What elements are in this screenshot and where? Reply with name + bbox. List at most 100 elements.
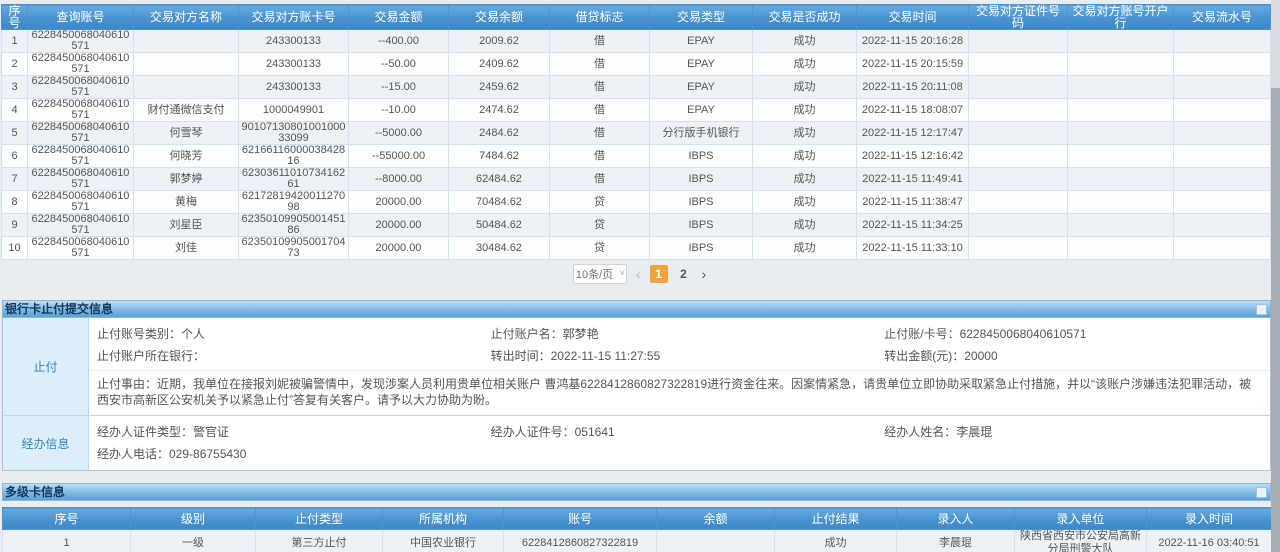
panel-title-text: 银行卡止付提交信息 [5,302,113,316]
table-cell: 借 [550,53,650,76]
transaction-row: 36228450068040610571243300133--15.002459… [2,76,1271,99]
table-cell [969,191,1068,214]
table-cell [969,30,1068,53]
page-button-1[interactable]: 1 [650,265,668,283]
transactions-body: 16228450068040610571243300133--400.00200… [2,30,1271,260]
table-cell: 6228450068040610571 [28,214,134,237]
field-stop-account-type: 止付账号类别：个人 [89,324,483,344]
column-header: 交易类型 [650,5,753,30]
vertical-scrollbar[interactable] [1271,0,1280,552]
table-cell: 6235010990500170473 [239,237,349,260]
transaction-row: 76228450068040610571郭梦婷62303611010734162… [2,168,1271,191]
scrollbar-thumb[interactable] [1271,88,1280,552]
table-cell: 成功 [753,30,857,53]
table-cell: 6228450068040610571 [28,122,134,145]
column-header: 录入人 [897,508,1015,530]
stop-payment-panel: 银行卡止付提交信息 止付 止付账号类别：个人 止付账户名：郭梦艳 止付账/卡号：… [2,300,1271,471]
table-cell: 2022-11-15 12:17:47 [857,122,969,145]
handler-info-section-label: 经办信息 [3,416,89,470]
table-cell [1068,214,1174,237]
panel-title-text: 多级卡信息 [5,485,65,499]
table-cell: 成功 [753,76,857,99]
table-cell: 6235010990500145186 [239,214,349,237]
table-cell: 2022-11-15 20:11:08 [857,76,969,99]
table-cell: 一级 [131,530,256,552]
page-size-select[interactable]: 10条/页 ˅ [573,264,627,284]
table-cell: 6 [2,145,28,168]
next-page-button[interactable]: › [700,266,709,282]
table-cell: 2022-11-15 11:38:47 [857,191,969,214]
table-cell [1174,99,1271,122]
field-stop-account-name: 止付账户名：郭梦艳 [483,324,877,344]
collapse-icon[interactable] [1256,487,1267,498]
table-cell: 分行版手机银行 [650,122,753,145]
page-button-2[interactable]: 2 [675,265,693,283]
table-cell: 1 [3,530,131,552]
transaction-row: 106228450068040610571刘佳62350109905001704… [2,237,1271,260]
table-cell [1068,191,1174,214]
transaction-row: 96228450068040610571刘星臣62350109905001451… [2,214,1271,237]
column-header: 交易余额 [449,5,550,30]
table-cell: 6230361101073416261 [239,168,349,191]
table-cell [1068,168,1174,191]
multi-card-table: 序号级别止付类型所属机构账号余额止付结果录入人录入单位录入时间 1一级第三方止付… [2,507,1272,552]
table-cell: 6228450068040610571 [28,191,134,214]
table-cell: 成功 [753,122,857,145]
transaction-row: 86228450068040610571黄梅621728194200112709… [2,191,1271,214]
table-cell: 2459.62 [449,76,550,99]
table-cell: 第三方止付 [256,530,383,552]
table-cell: 1 [2,30,28,53]
table-cell: 借 [550,168,650,191]
prev-page-button[interactable]: ‹ [634,266,643,282]
column-header: 录入单位 [1015,508,1147,530]
table-cell: 何晓芳 [134,145,239,168]
field-stop-account-bank: 止付账户所在银行： [89,346,483,366]
table-cell: 10 [2,237,28,260]
table-cell [1174,30,1271,53]
table-cell: 贷 [550,191,650,214]
table-cell: 6228450068040610571 [28,168,134,191]
table-cell: 借 [550,30,650,53]
table-cell: 成功 [753,237,857,260]
table-cell [1174,168,1271,191]
table-cell: 20000.00 [349,237,449,260]
table-cell [1174,76,1271,99]
table-cell: 6228450068040610571 [28,145,134,168]
table-cell: IBPS [650,145,753,168]
stop-payment-panel-title: 银行卡止付提交信息 [2,300,1271,318]
table-cell: 5 [2,122,28,145]
table-cell: 8 [2,191,28,214]
table-cell: 62484.62 [449,168,550,191]
table-cell: 2022-11-15 11:33:10 [857,237,969,260]
column-header: 交易流水号 [1174,5,1271,30]
table-cell: 成功 [753,99,857,122]
column-header: 交易对方名称 [134,5,239,30]
table-cell [969,214,1068,237]
table-cell: 2409.62 [449,53,550,76]
table-cell: IBPS [650,168,753,191]
table-cell [1174,191,1271,214]
table-cell: 借 [550,122,650,145]
table-cell: 刘佳 [134,237,239,260]
table-cell [657,530,775,552]
table-cell: 20000.00 [349,191,449,214]
table-cell: 243300133 [239,30,349,53]
table-cell [1068,122,1174,145]
table-cell: 6228450068040610571 [28,237,134,260]
table-cell: 9 [2,214,28,237]
table-cell: EPAY [650,53,753,76]
table-cell: 李晨琨 [897,530,1015,552]
column-header: 账号 [504,508,657,530]
transactions-header-row: 序号查询账号交易对方名称交易对方账卡号交易金额交易余额借贷标志交易类型交易是否成… [2,5,1271,30]
table-cell: --8000.00 [349,168,449,191]
table-cell: 成功 [753,191,857,214]
collapse-icon[interactable] [1256,304,1267,315]
table-cell: 9010713080100100033099 [239,122,349,145]
table-cell [1068,30,1174,53]
transaction-row: 66228450068040610571何晓芳62166116000038428… [2,145,1271,168]
table-cell: 70484.62 [449,191,550,214]
field-handler-name: 经办人姓名：李晨琨 [876,422,1270,442]
table-cell [1174,122,1271,145]
field-stop-card-number: 止付账/卡号：6228450068040610571 [876,324,1270,344]
table-cell: 2022-11-15 12:16:42 [857,145,969,168]
